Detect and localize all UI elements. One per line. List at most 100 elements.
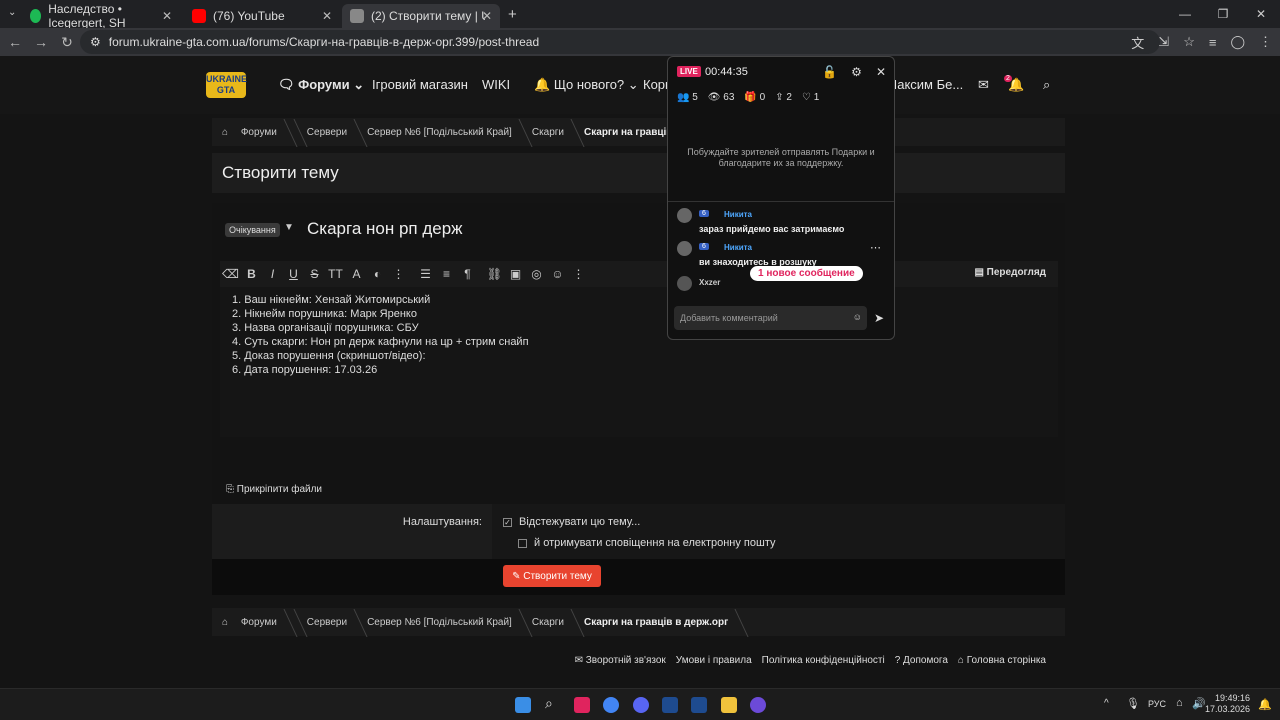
extensions-icon[interactable]: ≡ [1209, 35, 1217, 50]
nav-shop[interactable]: Ігровий магазин [372, 77, 468, 92]
bookmark-star-icon[interactable]: ☆ [1183, 34, 1195, 50]
create-thread-button[interactable]: ✎ Створити тему [503, 565, 601, 587]
eraser-icon[interactable]: ⌫ [220, 267, 241, 281]
emoji-icon[interactable]: ☺ [853, 312, 862, 322]
breadcrumb-item[interactable]: Скарги [522, 127, 574, 138]
new-message-pill[interactable]: 1 новое сообщение [750, 266, 863, 281]
inbox-icon[interactable]: ✉ [978, 77, 989, 93]
translate-icon[interactable]: 文 [1131, 33, 1144, 52]
notifications-icon[interactable]: 🔔 [1258, 698, 1272, 711]
more-icon[interactable]: ⋮ [388, 267, 409, 281]
footer-link-terms[interactable]: Умови і правила [676, 655, 752, 666]
underline-icon[interactable]: U [283, 267, 304, 281]
comment-input[interactable]: Добавить комментарий ☺ [674, 306, 867, 330]
window-controls: — ❐ ✕ [1166, 0, 1280, 28]
emoji-icon[interactable]: ☺ [547, 267, 568, 281]
close-tab-icon[interactable]: ✕ [322, 9, 332, 23]
hide-icon[interactable]: ◎ [526, 267, 547, 281]
chat-username[interactable]: Никита [724, 243, 752, 252]
minimize-icon[interactable]: — [1166, 0, 1204, 28]
close-window-icon[interactable]: ✕ [1242, 0, 1280, 28]
font-size-icon[interactable]: TT [325, 267, 346, 281]
start-icon[interactable] [515, 697, 531, 713]
file-explorer-icon[interactable] [721, 697, 737, 713]
new-tab-icon[interactable]: + [508, 6, 517, 23]
attach-files-button[interactable]: ⎘ Прикріпити файли [226, 484, 322, 495]
align-icon[interactable]: ≡ [436, 267, 457, 281]
nav-wiki[interactable]: WIKI [482, 77, 510, 92]
profile-icon[interactable]: ◯ [1230, 34, 1245, 50]
image-icon[interactable]: ▣ [505, 267, 526, 281]
thread-title-input[interactable]: Скарга нон рп держ [307, 219, 463, 239]
tab-spotify[interactable]: Наследство • Icegergert, SH ✕ [22, 2, 180, 30]
tab-forum-active[interactable]: (2) Створити тему | UKRAINE G ✕ [342, 4, 500, 28]
bold-icon[interactable]: B [241, 267, 262, 281]
search-icon[interactable]: ⌕ [545, 695, 561, 711]
prefix-select[interactable]: Очікування [225, 223, 280, 237]
nav-whats-new[interactable]: 🔔 Що нового? ⌄ [534, 77, 639, 93]
more-icon[interactable]: ⋮ [568, 267, 589, 281]
footer-link-home[interactable]: ⌂ Головна сторінка [958, 655, 1046, 666]
back-icon[interactable]: ← [2, 34, 28, 50]
level-badge: 6 [699, 243, 709, 250]
search-icon[interactable]: ⌕ [1043, 77, 1050, 93]
close-tab-icon[interactable]: ✕ [162, 9, 172, 23]
font-color-icon[interactable]: A [346, 267, 367, 281]
language-indicator[interactable]: РУС [1148, 699, 1166, 709]
list-icon[interactable]: ☰ [415, 267, 436, 281]
link-icon[interactable]: ⛓ [484, 267, 505, 281]
site-info-icon[interactable]: ⚙ [90, 35, 101, 49]
chat-username[interactable]: Никита [724, 210, 752, 219]
close-tab-icon[interactable]: ✕ [482, 9, 492, 23]
footer-link-help[interactable]: ? Допомога [895, 655, 948, 666]
install-icon[interactable]: ⇲ [1158, 34, 1169, 50]
footer-link-contact[interactable]: ✉ Зворотній зв'язок [575, 655, 666, 666]
chrome-icon[interactable] [603, 697, 619, 713]
tiktok-icon[interactable] [574, 697, 590, 713]
footer-link-privacy[interactable]: Політика конфіденційності [762, 655, 885, 666]
send-icon[interactable]: ➤ [874, 311, 884, 325]
media-player-icon[interactable] [750, 697, 766, 713]
app-icon[interactable] [662, 697, 678, 713]
notif-badge: 2 [1004, 75, 1012, 82]
breadcrumb-item[interactable]: Сервери [297, 617, 357, 628]
avatar [677, 276, 692, 291]
breadcrumb-item[interactable]: Сервер №6 [Подільський Край] [357, 617, 522, 628]
breadcrumb-item[interactable]: Сервер №6 [Подільський Край] [357, 127, 522, 138]
network-icon[interactable]: ⌂ [1176, 697, 1183, 709]
breadcrumb-home[interactable]: ⌂ Форуми [212, 617, 297, 628]
breadcrumb-item[interactable]: Скарги на гравців в держ.орг [574, 617, 738, 628]
maximize-icon[interactable]: ❐ [1204, 0, 1242, 28]
tab-youtube[interactable]: (76) YouTube ✕ [184, 4, 340, 28]
palette-icon[interactable]: ◐ [367, 267, 388, 281]
paragraph-icon[interactable]: ¶ [457, 267, 478, 281]
strikethrough-icon[interactable]: S [304, 267, 325, 281]
email-notify-checkbox[interactable]: й отримувати сповіщення на електронну по… [518, 537, 775, 549]
breadcrumb-item[interactable]: Сервери [297, 127, 357, 138]
tray-overflow-icon[interactable]: ^ [1104, 698, 1109, 709]
nav-forums[interactable]: 🗨 Форуми ⌄ [278, 77, 364, 93]
forward-icon[interactable]: → [28, 34, 54, 50]
settings-icon[interactable]: ⚙ [851, 65, 862, 79]
url-bar[interactable]: ⚙ forum.ukraine-gta.com.ua/forums/Скарги… [80, 30, 1160, 54]
preview-button[interactable]: ▤ Передогляд [974, 267, 1046, 278]
volume-icon[interactable]: 🔊 [1192, 697, 1206, 710]
clock[interactable]: 19:49:16 17.03.2026 [1205, 693, 1250, 715]
breadcrumb-home[interactable]: ⌂ Форуми [212, 127, 297, 138]
close-icon[interactable]: ✕ [876, 65, 886, 79]
reload-icon[interactable]: ↻ [54, 34, 80, 51]
editor-body[interactable]: 1. Ваш нікнейм: Хензай Житомирський 2. Н… [220, 287, 1058, 437]
app-icon[interactable] [691, 697, 707, 713]
lock-icon[interactable]: 🔓 [822, 65, 837, 79]
microphone-icon[interactable]: 🎙 [1126, 697, 1140, 710]
site-logo[interactable]: UKRAINE GTA [206, 72, 247, 98]
menu-icon[interactable]: ⋮ [1259, 34, 1272, 50]
italic-icon[interactable]: I [262, 267, 283, 281]
tab-search-icon[interactable]: ⌄ [8, 7, 16, 18]
editor-line: 6. Дата порушення: 17.03.26 [232, 364, 378, 376]
more-options-icon[interactable]: ⋯ [870, 241, 881, 254]
discord-icon[interactable] [633, 697, 649, 713]
breadcrumb-item[interactable]: Скарги [522, 617, 574, 628]
watch-thread-checkbox[interactable]: ✓ Відстежувати цю тему... [503, 516, 640, 528]
prefix-dropdown-icon[interactable]: ▼ [284, 222, 294, 233]
